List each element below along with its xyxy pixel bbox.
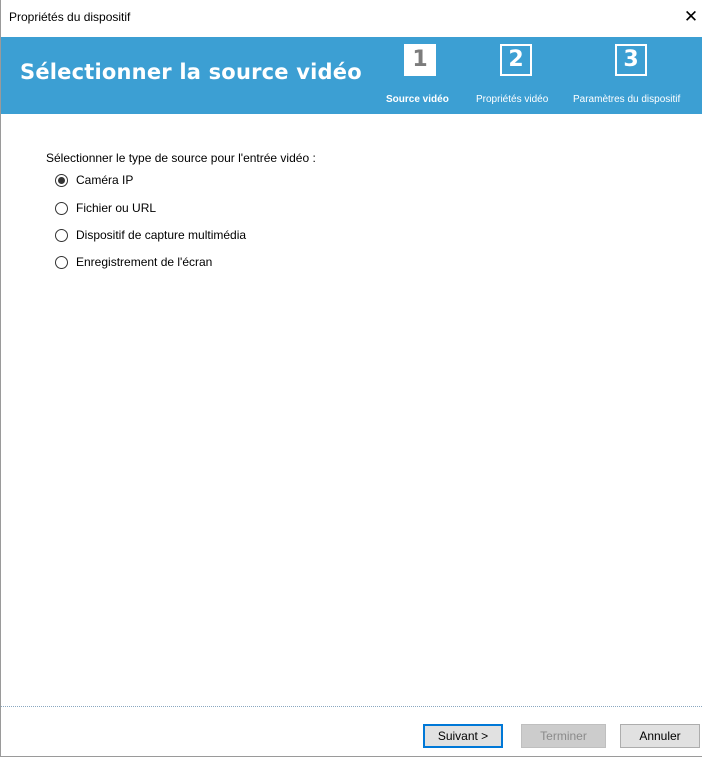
wizard-header: Sélectionner la source vidéo 1 Source vi… [1, 37, 702, 114]
radio-button[interactable] [55, 228, 68, 242]
radio-screen-recording[interactable]: Enregistrement de l'écran [55, 253, 212, 271]
step-2-indicator: 2 [500, 44, 532, 76]
title-bar: Propriétés du dispositif ✕ [1, 0, 702, 37]
radio-button[interactable] [55, 201, 68, 215]
finish-button[interactable]: Terminer [521, 724, 606, 748]
radio-button[interactable] [55, 255, 68, 269]
step-1-indicator: 1 [404, 44, 436, 76]
radio-label: Enregistrement de l'écran [76, 255, 213, 269]
source-type-prompt: Sélectionner le type de source pour l'en… [46, 151, 316, 165]
page-title: Sélectionner la source vidéo [20, 60, 362, 84]
cancel-button[interactable]: Annuler [620, 724, 700, 748]
step-3-label: Paramètres du dispositif [573, 94, 681, 105]
close-icon[interactable]: ✕ [680, 6, 702, 28]
wizard-content: Sélectionner le type de source pour l'en… [1, 114, 702, 706]
footer-divider [1, 706, 702, 707]
step-3-indicator: 3 [615, 44, 647, 76]
radio-ip-camera[interactable]: Caméra IP [55, 171, 133, 189]
radio-label: Fichier ou URL [76, 201, 157, 215]
window-title: Propriétés du dispositif [9, 10, 131, 24]
step-1-label: Source vidéo [386, 94, 449, 105]
radio-file-or-url[interactable]: Fichier ou URL [55, 199, 156, 217]
device-properties-dialog: Propriétés du dispositif ✕ Sélectionner … [0, 0, 702, 757]
radio-label: Caméra IP [76, 173, 134, 187]
radio-label: Dispositif de capture multimédia [76, 228, 247, 242]
next-button[interactable]: Suivant > [423, 724, 503, 748]
step-2-label: Propriétés vidéo [476, 94, 549, 105]
radio-capture-device[interactable]: Dispositif de capture multimédia [55, 226, 246, 244]
radio-button-checked[interactable] [55, 173, 68, 187]
